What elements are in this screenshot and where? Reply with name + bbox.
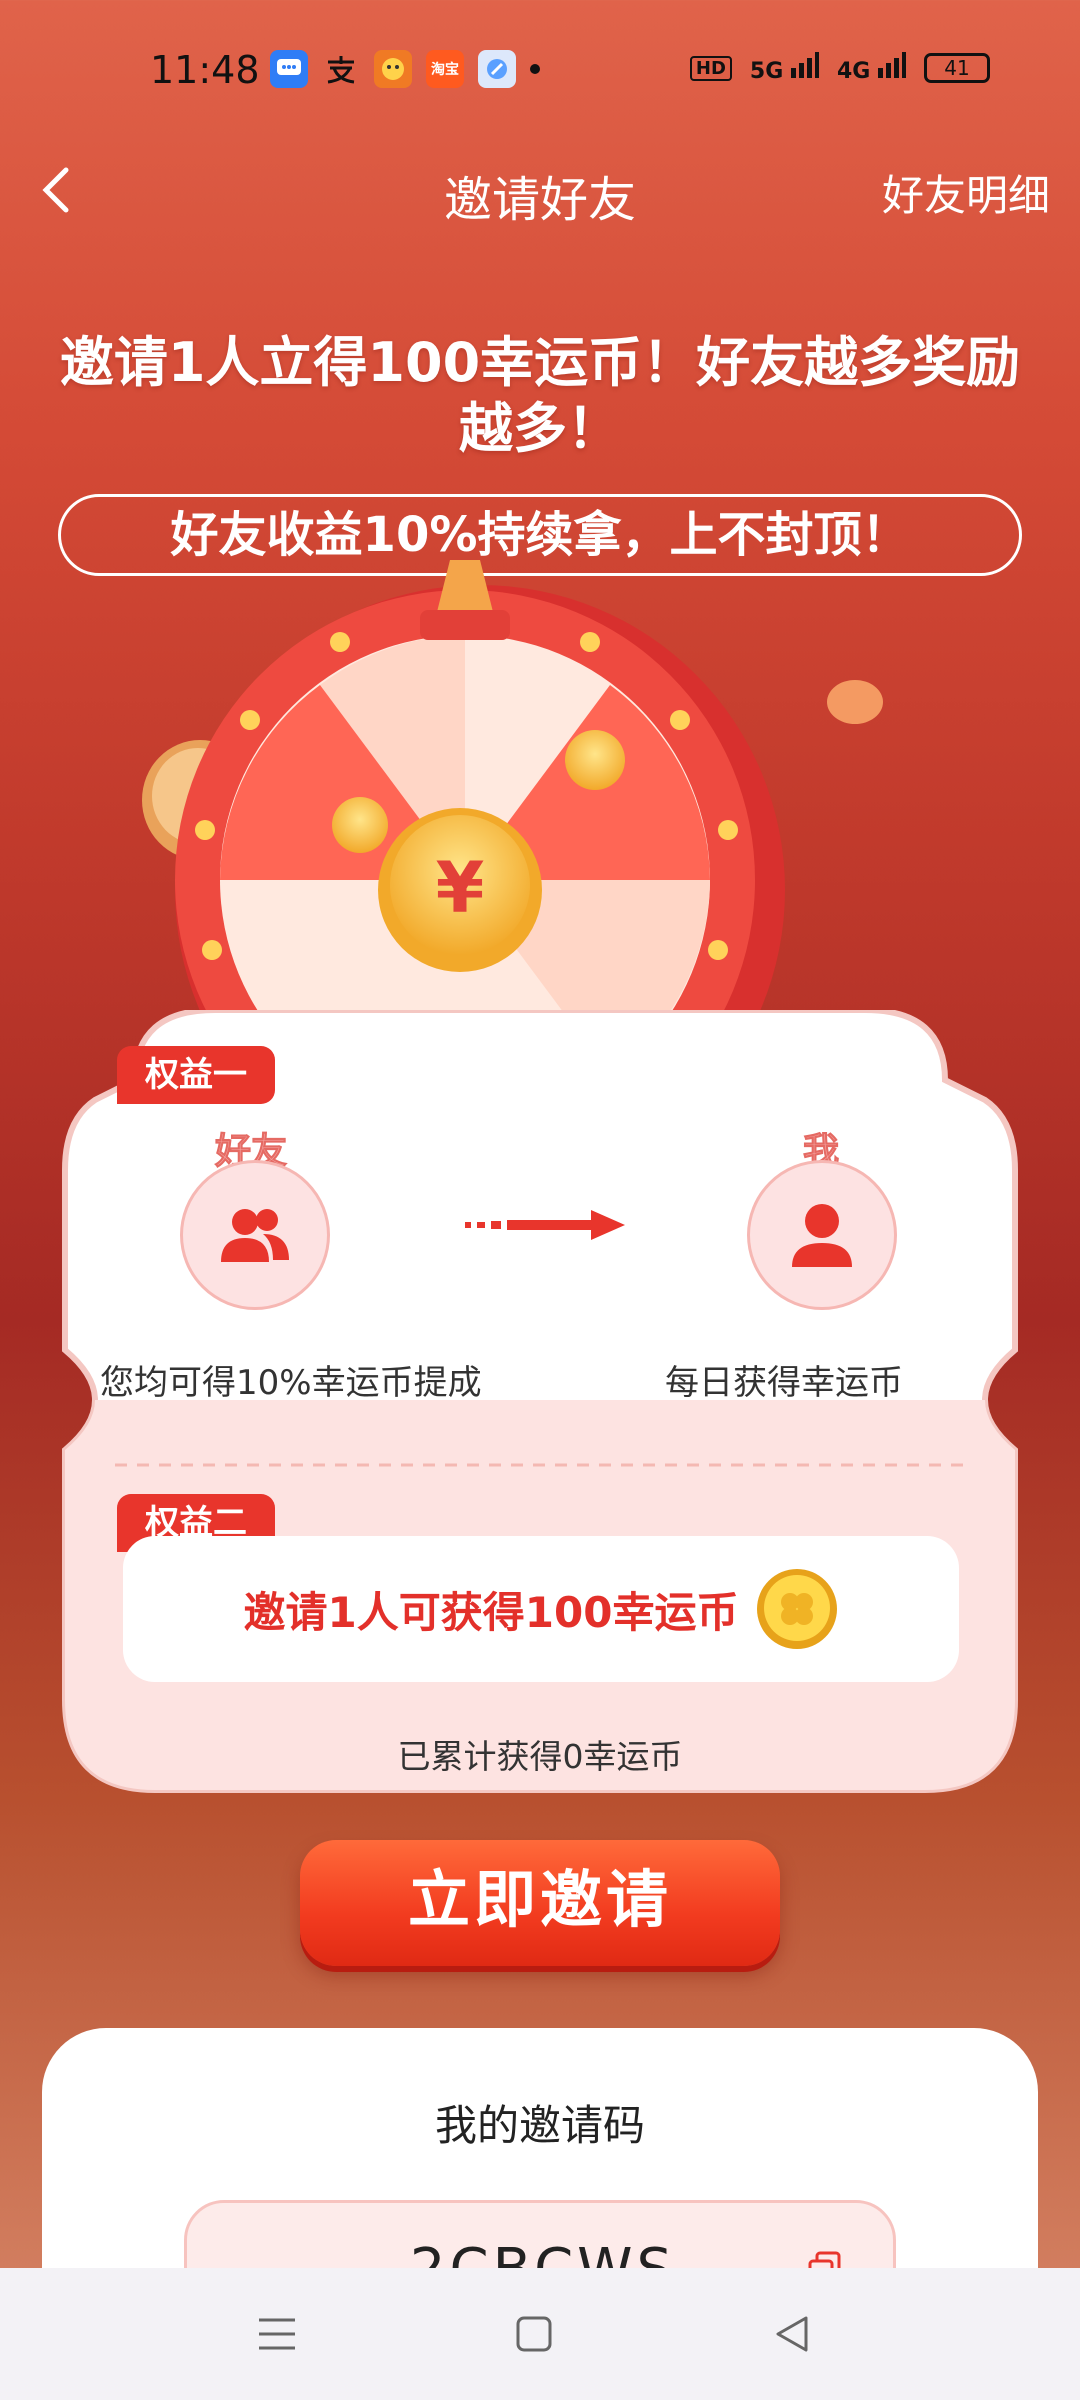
invite-reward-box: 邀请1人可获得100幸运币 xyxy=(123,1536,959,1682)
benefit-left-text: 您均可得10%幸运币提成 xyxy=(100,1363,482,1403)
top-nav: 邀请好友 好友明细 xyxy=(0,150,1080,230)
benefit-one-tag: 权益一 xyxy=(117,1046,275,1104)
promo-headline: 邀请1人立得100幸运币！好友越多奖励 越多！ xyxy=(20,330,1060,462)
accumulated-coins-text: 已累计获得0幸运币 xyxy=(397,1737,683,1776)
status-bar: 11:48 淘宝 HD 5G 4G 41 xyxy=(0,0,1080,140)
me-node xyxy=(747,1160,897,1310)
app-icon xyxy=(374,50,412,88)
hd-icon: HD xyxy=(689,55,732,81)
menu-icon[interactable] xyxy=(255,2312,299,2356)
browser-icon xyxy=(478,50,516,88)
more-notifications-dot xyxy=(530,64,540,74)
signal-4g-icon: 4G xyxy=(837,52,906,84)
system-icons: HD 5G 4G 41 xyxy=(689,52,990,84)
friend-details-link[interactable]: 好友明细 xyxy=(882,162,1050,223)
taobao-icon: 淘宝 xyxy=(426,50,464,88)
benefits-card-background xyxy=(62,1010,1018,1793)
benefit-right-text: 每日获得幸运币 xyxy=(665,1363,903,1403)
net-4g-label: 4G xyxy=(836,59,871,84)
alipay-icon xyxy=(322,50,360,88)
net-5g-label: 5G xyxy=(749,59,784,84)
lucky-coin-icon xyxy=(757,1569,838,1649)
invite-code-title: 我的邀请码 xyxy=(434,2101,645,2150)
battery-icon: 41 xyxy=(924,53,990,83)
message-icon xyxy=(270,50,308,88)
invite-reward-text: 邀请1人可获得100幸运币 xyxy=(243,1587,739,1637)
status-time: 11:48 xyxy=(150,48,260,92)
friends-icon xyxy=(221,1209,289,1262)
svg-text:¥: ¥ xyxy=(436,847,485,929)
back-nav-icon[interactable] xyxy=(770,2312,814,2356)
lucky-wheel-illustration: ¥ xyxy=(142,560,883,1080)
arrow-icon xyxy=(465,1210,625,1240)
invite-now-button[interactable]: 立即邀请 xyxy=(300,1840,780,1966)
headline-line2: 越多！ xyxy=(459,397,621,460)
signal-5g-icon: 5G xyxy=(750,52,819,84)
small-coin-icon xyxy=(827,680,883,724)
notification-icons: 淘宝 xyxy=(270,50,540,88)
user-icon xyxy=(792,1204,852,1267)
home-icon[interactable] xyxy=(512,2312,556,2356)
benefits-card: 权益一 好友 我 您均可得10%幸运币提成 每日获得幸运币 权益二 邀请1人可获… xyxy=(55,1010,1025,1820)
friends-node xyxy=(180,1160,330,1310)
headline-line1: 邀请1人立得100幸运币！好友越多奖励 xyxy=(59,331,1021,394)
system-nav-bar xyxy=(0,2268,1080,2400)
